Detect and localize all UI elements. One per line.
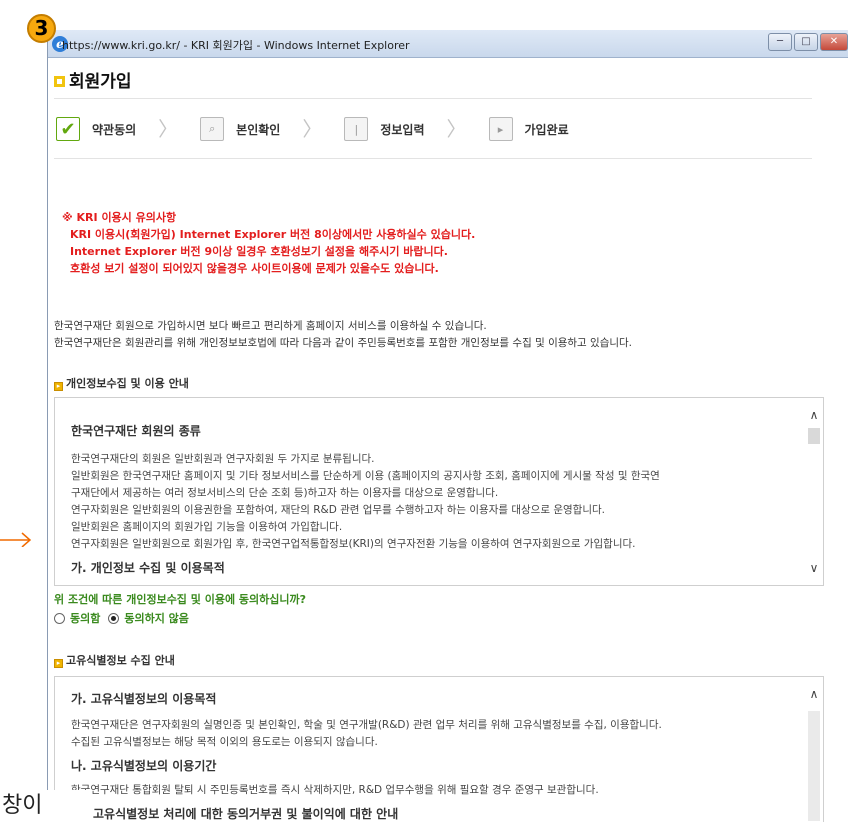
privacy-terms-box[interactable]: 한국연구재단 회원의 종류 한국연구재단의 회원은 일반회원과 연구자회원 두 … (54, 397, 824, 586)
privacy-terms-content: 한국연구재단 회원의 종류 한국연구재단의 회원은 일반회원과 연구자회원 두 … (71, 422, 801, 576)
step-number-badge: 3 (27, 14, 56, 43)
privacy-terms-text: 한국연구재단의 회원은 일반회원과 연구자회원 두 가지로 분류됩니다. 일반회… (71, 451, 801, 553)
scroll-up-icon[interactable]: ∧ (805, 685, 823, 703)
unique-id-purpose-title: 가. 고유식별정보의 이용목적 (71, 692, 217, 706)
disagree-label: 동의하지 않음 (124, 612, 189, 625)
notice-line: KRI 이용시(회원가입) Internet Explorer 버전 8이상에서… (70, 228, 476, 241)
window-controls: ─ □ ✕ (768, 33, 848, 51)
annotation-arrow-icon (0, 532, 32, 547)
terms-line: 연구자회원은 일반회원의 이용권한을 포함하여, 재단의 R&D 관련 업무를 … (71, 504, 605, 516)
unique-id-period-text: 한국연구재단 통합회원 탈퇴 시 주민등록번호를 즉시 삭제하지만, R&D 업… (71, 782, 801, 799)
title-divider (54, 98, 812, 99)
arrow-bullet-icon: ▸ (54, 659, 63, 668)
notice-line: Internet Explorer 버전 9이상 일경우 호환성보기 설정을 해… (70, 245, 448, 258)
page-content: 회원가입 ✔ 약관동의 〉 ⌕ 본인확인 〉 | 정보입력 〉 ▸ 가입완료 ※… (54, 58, 848, 822)
agree-label: 동의함 (70, 612, 101, 625)
maximize-button[interactable]: □ (794, 33, 818, 51)
search-icon: ⌕ (200, 117, 225, 141)
step-arrow-icon: 〉 (158, 117, 179, 141)
close-button[interactable]: ✕ (820, 33, 848, 51)
disagree-radio[interactable] (108, 612, 120, 624)
terms-line: 수집된 고유식별정보는 해당 목적 이외의 용도로는 이용되지 않습니다. (71, 736, 378, 748)
privacy-heading-text: 개인정보수집 및 이용 안내 (66, 377, 189, 390)
unique-id-period-title: 나. 고유식별정보의 이용기간 (71, 759, 217, 773)
unique-id-heading-text: 고유식별정보 수집 안내 (66, 654, 175, 667)
page-title: 회원가입 (54, 67, 132, 92)
input-icon: | (344, 117, 369, 141)
terms-line: 한국연구재단 통합회원 탈퇴 시 주민등록번호를 즉시 삭제하지만, R&D 업… (71, 784, 599, 796)
unique-id-terms-content: 가. 고유식별정보의 이용목적 한국연구재단은 연구자회원의 실명인증 및 본인… (71, 690, 801, 822)
step-label: 본인확인 (236, 122, 281, 137)
step-identity: ⌕ 본인확인 (200, 117, 280, 141)
page-title-text: 회원가입 (69, 72, 132, 92)
annotation-edge-text: 창이 (0, 790, 90, 822)
consent-agree-option[interactable]: 동의함 (54, 610, 100, 626)
ie-window: e https://www.kri.go.kr/ - KRI 회원가입 - Wi… (47, 30, 848, 822)
unique-id-terms-box[interactable]: 가. 고유식별정보의 이용목적 한국연구재단은 연구자회원의 실명인증 및 본인… (54, 676, 824, 822)
terms-line: 연구자회원은 일반회원으로 회원가입 후, 한국연구업적통합정보(KRI)의 연… (71, 538, 636, 550)
consent-disagree-option[interactable]: 동의하지 않음 (108, 610, 189, 626)
scroll-track[interactable] (808, 711, 820, 821)
screenshot-stage: 3 e https://www.kri.go.kr/ - KRI 회원가입 - … (0, 0, 848, 822)
steps-divider (54, 158, 812, 159)
purpose-subtitle: 가. 개인정보 수집 및 이용목적 (71, 561, 225, 575)
member-types-title: 한국연구재단 회원의 종류 (71, 424, 201, 438)
title-square-icon (54, 76, 65, 87)
unique-id-purpose-text: 한국연구재단은 연구자회원의 실명인증 및 본인확인, 학술 및 연구개발(R&… (71, 717, 801, 751)
usage-notice: ※ KRI 이용시 유의사항 KRI 이용시(회원가입) Internet Ex… (62, 209, 475, 277)
notice-title: ※ KRI 이용시 유의사항 (62, 211, 177, 224)
arrow-bullet-icon: ▸ (54, 382, 63, 391)
unique-id-section-heading: ▸ 고유식별정보 수집 안내 (54, 652, 175, 668)
step-label: 가입완료 (524, 122, 569, 137)
terms-line: 일반회원은 한국연구재단 홈페이지 및 기타 정보서비스를 단순하게 이용 (홈… (71, 470, 660, 482)
privacy-consent-options: 동의함 동의하지 않음 (54, 610, 197, 626)
step-arrow-icon: 〉 (302, 117, 323, 141)
terms-line: 구재단에서 제공하는 여러 정보서비스의 단순 조회 등)하고자 하는 이용자를… (71, 487, 499, 499)
terms-line: 일반회원은 홈페이지의 회원가입 기능을 이용하여 가입합니다. (71, 521, 343, 533)
signup-steps: ✔ 약관동의 〉 ⌕ 본인확인 〉 | 정보입력 〉 ▸ 가입완료 (56, 114, 591, 144)
scroll-down-icon[interactable]: ∨ (805, 559, 823, 577)
intro-text: 한국연구재단 회원으로 가입하시면 보다 빠르고 편리하게 홈페이지 서비스를 … (54, 318, 632, 352)
intro-line: 한국연구재단 회원으로 가입하시면 보다 빠르고 편리하게 홈페이지 서비스를 … (54, 320, 487, 332)
privacy-section-heading: ▸ 개인정보수집 및 이용 안내 (54, 375, 189, 391)
terms-line: 한국연구재단은 연구자회원의 실명인증 및 본인확인, 학술 및 연구개발(R&… (71, 719, 662, 731)
minimize-button[interactable]: ─ (768, 33, 792, 51)
privacy-scrollbar[interactable]: ∧ ∨ (805, 398, 823, 585)
intro-line: 한국연구재단은 회원관리를 위해 개인정보보호법에 따라 다음과 같이 주민등록… (54, 337, 633, 349)
step-label: 정보입력 (380, 122, 425, 137)
privacy-consent-question: 위 조건에 따른 개인정보수집 및 이용에 동의하십니까? (54, 593, 306, 606)
step-terms: ✔ 약관동의 (56, 117, 136, 141)
scroll-up-icon[interactable]: ∧ (805, 406, 823, 424)
play-icon: ▸ (488, 117, 513, 141)
agree-radio[interactable] (54, 612, 65, 624)
step-arrow-icon: 〉 (446, 117, 467, 141)
step-complete: ▸ 가입완료 (488, 117, 569, 141)
window-title: https://www.kri.go.kr/ - KRI 회원가입 - Wind… (62, 39, 410, 52)
unique-id-refusal-title: 고유식별정보 처리에 대한 동의거부권 및 불이익에 대한 안내 (93, 807, 399, 821)
window-titlebar[interactable]: e https://www.kri.go.kr/ - KRI 회원가입 - Wi… (48, 30, 848, 58)
check-icon: ✔ (56, 117, 80, 141)
terms-line: 한국연구재단의 회원은 일반회원과 연구자회원 두 가지로 분류됩니다. (71, 453, 375, 465)
scroll-thumb[interactable] (808, 428, 820, 444)
step-info: | 정보입력 (344, 117, 425, 141)
unique-id-scrollbar[interactable]: ∧ ∨ (805, 677, 823, 822)
notice-line: 호환성 보기 설정이 되어있지 않을경우 사이트이용에 문제가 있을수도 있습니… (70, 262, 439, 275)
step-label: 약관동의 (92, 122, 137, 137)
